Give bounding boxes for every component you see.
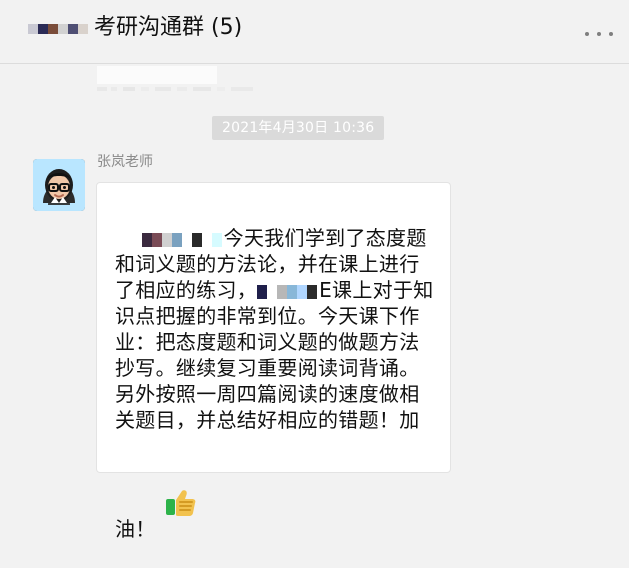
more-dot-3 xyxy=(609,32,613,36)
teacher-avatar-icon[interactable] xyxy=(33,159,85,211)
chat-title: 考研沟通群 (5) xyxy=(94,15,243,40)
thumbs-up-icon xyxy=(164,433,198,516)
message-bubble[interactable]: 今天我们学到了态度题和词义题的方法论，并在课上进行了相应的练习， E课上对于知识… xyxy=(96,182,451,541)
preview-strip xyxy=(97,66,217,84)
preview-dots xyxy=(97,87,253,91)
more-dot-1 xyxy=(585,32,589,36)
redacted-avatar-mosaic xyxy=(28,24,88,34)
ellipsis-horizontal-icon[interactable] xyxy=(585,30,613,38)
more-dot-2 xyxy=(597,32,601,36)
mention-redacted-2 xyxy=(257,284,318,299)
mention-redacted xyxy=(141,232,222,247)
chat-title-row: 考研沟通群 (5) xyxy=(28,12,242,44)
timestamp-chip: 2021年4月30日 10:36 xyxy=(212,116,385,140)
chat-header: 考研沟通群 (5) xyxy=(0,0,629,64)
message-text: 今天我们学到了态度题和词义题的方法论，并在课上进行了相应的练习， E课上对于知识… xyxy=(115,199,436,568)
sender-name: 张岚老师 xyxy=(97,154,153,170)
